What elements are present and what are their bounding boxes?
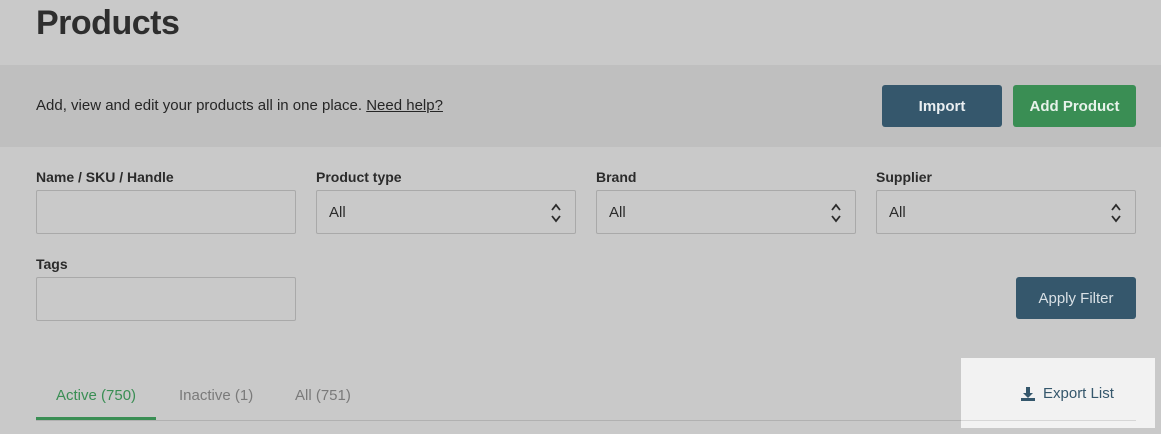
brand-value: All [609, 203, 626, 221]
select-arrows-icon [1111, 203, 1121, 223]
export-divider [961, 420, 1136, 421]
product-type-label: Product type [316, 169, 402, 185]
tags-input[interactable] [36, 277, 296, 321]
brand-select[interactable]: All [596, 190, 856, 234]
select-arrows-icon [551, 203, 561, 223]
page-header: Products [0, 0, 1161, 65]
download-icon [1021, 386, 1035, 401]
product-type-value: All [329, 203, 346, 221]
info-text: Add, view and edit your products all in … [36, 97, 443, 114]
name-sku-handle-input[interactable] [36, 190, 296, 234]
tab-all[interactable]: All (751) [295, 387, 351, 404]
supplier-value: All [889, 203, 906, 221]
select-arrows-icon [831, 203, 841, 223]
info-description: Add, view and edit your products all in … [36, 97, 363, 114]
export-list-button[interactable]: Export List [1021, 385, 1114, 402]
info-bar: Add, view and edit your products all in … [0, 65, 1161, 147]
export-list-label: Export List [1043, 385, 1114, 402]
export-highlight: Export List [961, 358, 1155, 428]
apply-filter-button[interactable]: Apply Filter [1016, 277, 1136, 319]
product-type-select[interactable]: All [316, 190, 576, 234]
brand-label: Brand [596, 169, 637, 185]
filter-panel: Name / SKU / Handle Product type All Bra… [0, 147, 1161, 351]
tab-inactive[interactable]: Inactive (1) [179, 387, 253, 404]
add-product-button[interactable]: Add Product [1013, 85, 1136, 127]
supplier-select[interactable]: All [876, 190, 1136, 234]
page-title: Products [36, 4, 180, 42]
help-link[interactable]: Need help? [366, 97, 443, 114]
import-button[interactable]: Import [882, 85, 1002, 127]
supplier-label: Supplier [876, 169, 933, 185]
tags-label: Tags [36, 256, 68, 272]
active-tab-indicator [36, 417, 156, 420]
name-sku-handle-label: Name / SKU / Handle [36, 169, 174, 185]
tab-active[interactable]: Active (750) [56, 387, 136, 404]
